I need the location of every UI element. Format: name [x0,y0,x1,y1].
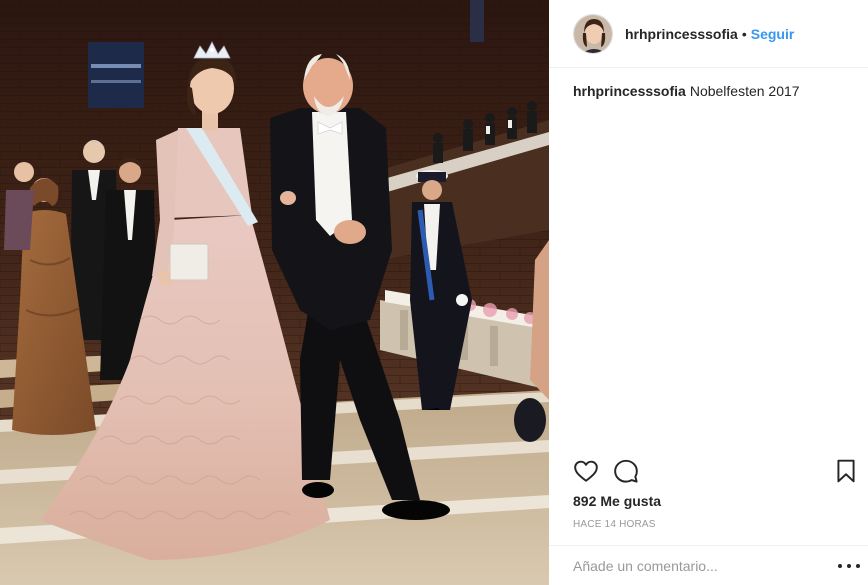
ellipsis-icon-dot [856,564,860,568]
post-header: hrhprincesssofia • Seguir [549,0,868,68]
bookmark-icon [837,459,855,483]
follow-button[interactable]: Seguir [751,26,795,42]
likes-number: 892 [573,493,597,509]
ellipsis-icon-dot [847,564,851,568]
post-caption: hrhprincesssofia Nobelfesten 2017 [573,82,853,100]
likes-label: Me gusta [600,493,662,509]
likes-count-link[interactable]: 892 Me gusta [573,493,661,509]
username-link[interactable]: hrhprincesssofia [625,26,738,42]
more-options-button[interactable] [838,556,860,576]
post-photo[interactable] [0,0,549,585]
avatar[interactable] [573,13,613,54]
comment-bar [549,545,868,585]
comment-input[interactable] [573,557,823,574]
post-timestamp[interactable]: HACE 14 HORAS [573,519,656,530]
caption-username-link[interactable]: hrhprincesssofia [573,83,686,99]
like-button[interactable] [573,458,601,486]
avatar-image [574,14,612,53]
speech-bubble-icon [614,459,638,483]
post-side-panel: hrhprincesssofia • Seguir hrhprincesssof… [549,0,868,585]
post-actions [573,458,861,488]
save-button[interactable] [833,458,861,486]
post-photo-illustration [0,0,549,585]
caption-text: Nobelfesten 2017 [689,83,800,99]
ellipsis-icon-dot [838,564,842,568]
heart-outline-icon [574,460,598,482]
comment-button[interactable] [613,458,641,486]
header-separator: • [741,25,747,42]
